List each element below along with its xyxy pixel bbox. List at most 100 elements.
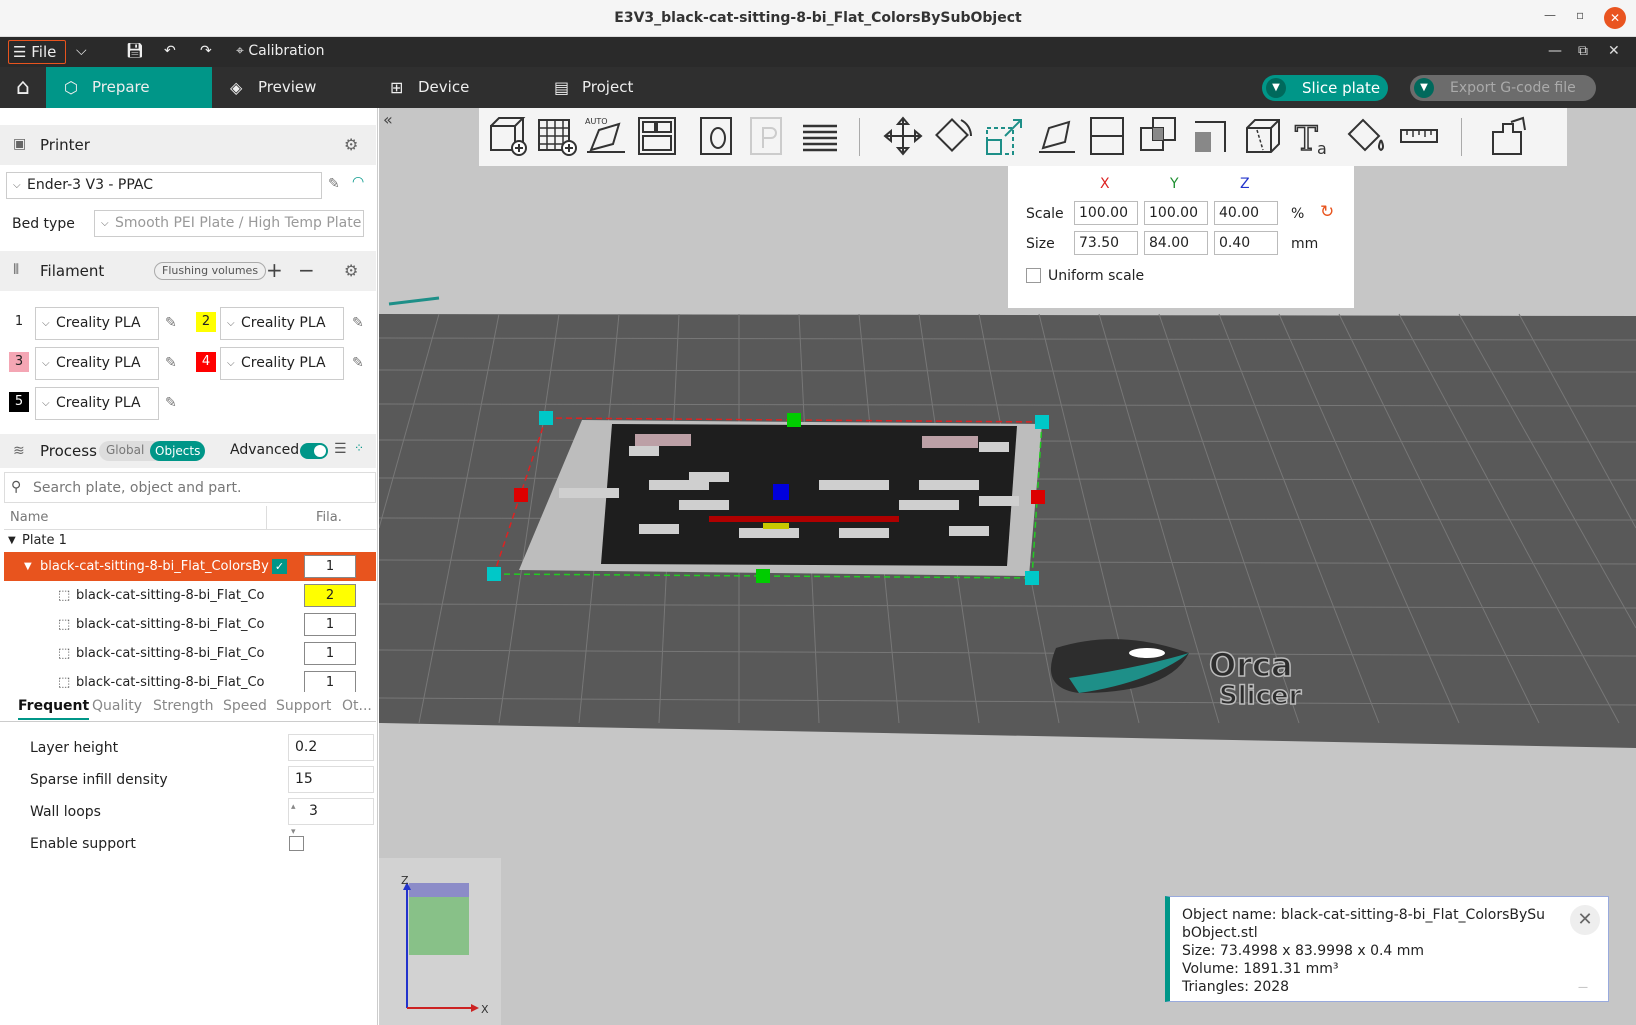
move-icon[interactable] [881, 114, 925, 158]
save-icon[interactable]: 💾︎ [126, 43, 144, 59]
part-row[interactable]: ⬚ black-cat-sitting-8-bi_Flat_Co 1 [4, 668, 376, 692]
lay-on-face-icon[interactable] [1035, 114, 1079, 158]
plate-p-icon[interactable] [745, 114, 789, 158]
color-paint-icon[interactable] [1345, 114, 1389, 158]
filament-select-2[interactable]: ⌵ Creality PLA [220, 307, 344, 340]
wall-loops-stepper[interactable]: ▴ ▾ 3 [288, 798, 374, 837]
column-name-header[interactable]: Name [10, 510, 48, 525]
column-fila-header[interactable]: Fila. [316, 510, 342, 525]
tab-speed[interactable]: Speed [223, 698, 267, 714]
remove-filament-icon[interactable]: − [298, 258, 315, 282]
filament-settings-gear-icon[interactable]: ⚙ [344, 261, 358, 280]
home-icon[interactable]: ⌂ [0, 67, 46, 108]
scale-x-input[interactable]: 100.00 [1074, 201, 1138, 225]
scale-z-input[interactable]: 40.00 [1214, 201, 1278, 225]
part-fila-value[interactable]: 2 [304, 584, 356, 607]
infill-density-input[interactable]: 15 [288, 766, 374, 793]
maximize-icon[interactable]: ▫ [1576, 8, 1584, 22]
collapse-info-icon[interactable]: — [1578, 979, 1588, 997]
part-fila-value[interactable]: 1 [304, 671, 356, 692]
3d-viewport[interactable]: Orca Slicer « AUTO Ta X Y Z Scale 100.00… [379, 108, 1636, 1025]
undo-icon[interactable]: ↶ [164, 43, 176, 59]
app-minimize-icon[interactable]: — [1548, 43, 1562, 59]
measure-icon[interactable] [1397, 114, 1441, 158]
filament-select-5[interactable]: ⌵ Creality PLA [35, 387, 159, 420]
tab-frequent[interactable]: Frequent [18, 698, 90, 720]
seam-paint-icon[interactable] [1241, 114, 1285, 158]
object-search-field[interactable]: ⚲ Search plate, object and part. [4, 472, 376, 503]
arrange-icon[interactable] [635, 114, 679, 158]
plate-row[interactable]: ▼ Plate 1 [4, 530, 376, 552]
part-fila-value[interactable]: 1 [304, 613, 356, 636]
tab-strength[interactable]: Strength [153, 698, 214, 714]
layer-height-input[interactable]: 0.2 [288, 734, 374, 761]
close-info-icon[interactable]: ✕ [1570, 905, 1600, 935]
expand-triangle-icon[interactable]: ▼ [8, 530, 16, 552]
printer-edit-icon[interactable]: ✎ [328, 176, 340, 192]
add-plate-icon[interactable] [535, 114, 579, 158]
cut-icon[interactable] [1085, 114, 1129, 158]
size-z-input[interactable]: 0.40 [1214, 231, 1278, 255]
flushing-volumes-button[interactable]: Flushing volumes [154, 262, 267, 280]
tab-preview[interactable]: ◈ Preview [212, 67, 362, 108]
filament-edit-icon[interactable]: ✎ [165, 395, 177, 411]
app-restore-icon[interactable]: ⧉ [1578, 43, 1588, 59]
bed-type-select[interactable]: ⌵ Smooth PEI Plate / High Temp Plate [94, 210, 364, 237]
add-filament-icon[interactable]: + [266, 258, 283, 282]
filament-edit-icon[interactable]: ✎ [352, 315, 364, 331]
reset-scale-icon[interactable]: ↻ [1320, 202, 1334, 222]
minimize-icon[interactable]: — [1544, 8, 1556, 22]
tab-project[interactable]: ▤ Project [536, 67, 686, 108]
add-object-icon[interactable] [485, 114, 529, 158]
scale-y-input[interactable]: 100.00 [1144, 201, 1208, 225]
filament-select-1[interactable]: ⌵ Creality PLA [35, 307, 159, 340]
object-row-selected[interactable]: ▼ black-cat-sitting-8-bi_Flat_ColorsBy ✓… [4, 552, 376, 581]
export-dropdown-icon[interactable]: ▼ [1414, 78, 1434, 98]
object-fila-value[interactable]: 1 [304, 555, 356, 578]
slice-plate-button[interactable]: ▼ Slice plate [1262, 75, 1388, 101]
plate-o-icon[interactable] [695, 114, 739, 158]
app-close-icon[interactable]: ✕ [1608, 43, 1620, 59]
wifi-icon[interactable]: ◠ [352, 174, 364, 190]
tab-others[interactable]: Ot... [342, 698, 372, 714]
enable-support-checkbox[interactable] [289, 836, 304, 851]
size-x-input[interactable]: 73.50 [1074, 231, 1138, 255]
expand-triangle-icon[interactable]: ▼ [24, 552, 32, 581]
scale-icon[interactable] [983, 114, 1027, 158]
filament-edit-icon[interactable]: ✎ [165, 315, 177, 331]
filament-select-3[interactable]: ⌵ Creality PLA [35, 347, 159, 380]
assembly-icon[interactable] [1485, 114, 1529, 158]
compare-icon[interactable]: ⁘ [354, 441, 364, 455]
part-row[interactable]: ⬚ black-cat-sitting-8-bi_Flat_Co 2 [4, 581, 376, 610]
printer-select[interactable]: ⌵ Ender-3 V3 - PPAC [6, 172, 322, 199]
part-row[interactable]: ⬚ black-cat-sitting-8-bi_Flat_Co 1 [4, 610, 376, 639]
filament-edit-icon[interactable]: ✎ [352, 355, 364, 371]
global-toggle-label[interactable]: Global [106, 443, 144, 457]
redo-icon[interactable]: ↷ [200, 43, 212, 59]
advanced-toggle[interactable] [300, 443, 328, 459]
printer-settings-gear-icon[interactable]: ⚙ [344, 135, 358, 154]
tab-support[interactable]: Support [276, 698, 331, 714]
close-icon[interactable]: ✕ [1604, 7, 1626, 29]
part-fila-value[interactable]: 1 [304, 642, 356, 665]
size-y-input[interactable]: 84.00 [1144, 231, 1208, 255]
rotate-icon[interactable] [931, 114, 975, 158]
menu-dropdown-icon[interactable]: ⌵ [76, 43, 87, 59]
mesh-boolean-icon[interactable] [1137, 114, 1181, 158]
objects-toggle-label[interactable]: Objects [150, 441, 206, 461]
list-view-icon[interactable]: ☰ [334, 441, 347, 457]
support-paint-icon[interactable] [1189, 114, 1233, 158]
uniform-scale-checkbox[interactable] [1026, 268, 1041, 283]
part-row[interactable]: ⬚ black-cat-sitting-8-bi_Flat_Co 1 [4, 639, 376, 668]
filament-edit-icon[interactable]: ✎ [165, 355, 177, 371]
layers-icon[interactable] [797, 114, 841, 158]
tab-prepare[interactable]: ⬡ Prepare [46, 67, 212, 108]
collapse-sidebar-icon[interactable]: « [383, 110, 393, 129]
tab-quality[interactable]: Quality [92, 698, 142, 714]
text-icon[interactable]: Ta [1293, 114, 1337, 160]
calibration-menu[interactable]: ⌖ Calibration [236, 43, 325, 59]
file-menu-button[interactable]: ☰ File [8, 40, 66, 64]
slice-dropdown-icon[interactable]: ▼ [1266, 78, 1286, 98]
export-gcode-button[interactable]: ▼ Export G-code file [1410, 75, 1596, 101]
checkmark-icon[interactable]: ✓ [272, 559, 287, 574]
